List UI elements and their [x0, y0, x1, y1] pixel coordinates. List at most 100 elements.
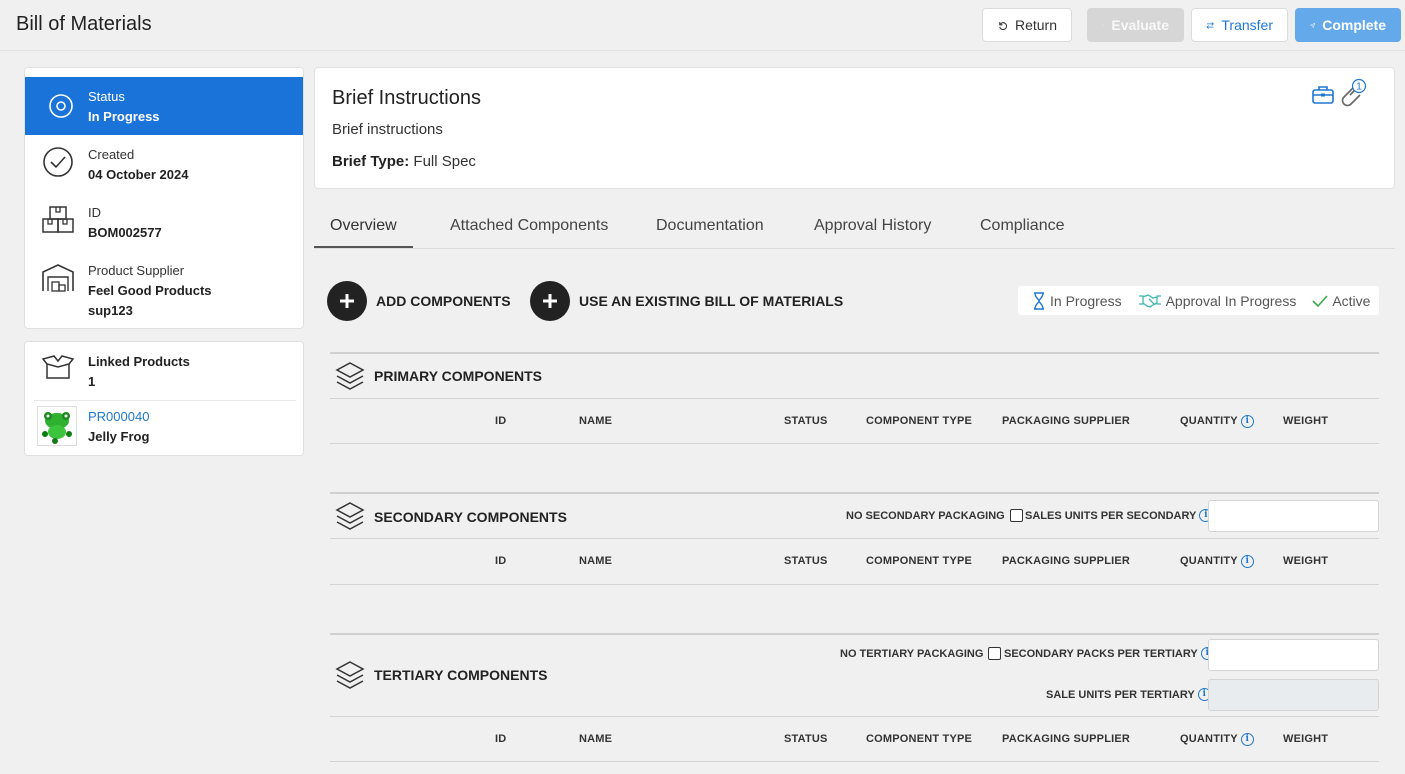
check-icon [1312, 294, 1328, 307]
status-target-icon [49, 94, 73, 118]
legend-in-progress: In Progress [1032, 291, 1122, 310]
transfer-label: Transfer [1221, 17, 1273, 33]
tab-approval-history[interactable]: Approval History [814, 217, 931, 235]
info-icon[interactable]: i [1240, 733, 1254, 746]
tab-documentation[interactable]: Documentation [656, 217, 764, 235]
transfer-button[interactable]: Transfer [1191, 8, 1288, 42]
transfer-icon [1206, 21, 1214, 29]
tab-overview[interactable]: Overview [314, 217, 413, 248]
legend-active-label: Active [1332, 292, 1371, 309]
section-divider [330, 398, 1379, 399]
col-quantity: QUANTITY i [1180, 415, 1254, 428]
primary-components-title: PRIMARY COMPONENTS [374, 368, 543, 384]
linked-products-card: Linked Products 1 PR000040 Jelly Frog [24, 341, 304, 456]
col-packaging-supplier: PACKAGING SUPPLIER [1002, 733, 1131, 745]
linked-products-count: 1 [88, 374, 96, 389]
col-quantity: QUANTITY i [1180, 733, 1254, 746]
no-secondary-packaging-label: NO SECONDARY PACKAGING [846, 509, 1005, 522]
sale-units-per-tertiary-option: SALE UNITS PER TERTIARY i [1046, 688, 1211, 701]
col-name: NAME [579, 415, 613, 427]
col-name: NAME [579, 733, 613, 745]
send-icon [1310, 22, 1316, 28]
secondary-packs-per-tertiary-input[interactable] [1208, 639, 1379, 671]
section-divider [330, 352, 1379, 354]
toolbox-icon[interactable] [1311, 83, 1335, 107]
col-id: ID [495, 415, 507, 427]
complete-button[interactable]: Complete [1295, 8, 1401, 42]
legend-approval: Approval In Progress [1138, 292, 1297, 309]
top-bar: Bill of Materials Return Evaluate Transf… [0, 0, 1405, 51]
col-id: ID [495, 733, 507, 745]
complete-label: Complete [1322, 17, 1386, 33]
brief-title: Brief Instructions [332, 87, 481, 109]
add-components-button[interactable]: ADD COMPONENTS [327, 281, 511, 321]
col-packaging-supplier: PACKAGING SUPPLIER [1002, 415, 1131, 427]
sale-units-per-tertiary-label: SALE UNITS PER TERTIARY [1046, 688, 1195, 701]
id-row: ID BOM002577 [25, 193, 303, 251]
secondary-packs-per-tertiary-label: SECONDARY PACKS PER TERTIARY [1004, 647, 1198, 660]
add-components-label: ADD COMPONENTS [376, 293, 511, 309]
product-id-link[interactable]: PR000040 [88, 409, 149, 424]
col-component-type: COMPONENT TYPE [866, 415, 973, 427]
evaluate-label: Evaluate [1111, 17, 1169, 33]
col-packaging-supplier: PACKAGING SUPPLIER [1002, 555, 1131, 567]
attachment-icon[interactable]: 1 [1339, 78, 1369, 108]
col-status: STATUS [784, 733, 828, 745]
col-quantity-label: QUANTITY [1180, 555, 1238, 567]
divider [34, 400, 296, 401]
no-secondary-packaging-option: NO SECONDARY PACKAGING [846, 509, 1023, 522]
sales-units-per-secondary-label: SALES UNITS PER SECONDARY [1025, 509, 1197, 522]
created-value: 04 October 2024 [88, 167, 189, 182]
col-weight: WEIGHT [1283, 733, 1329, 745]
created-label: Created [88, 147, 135, 162]
id-value: BOM002577 [88, 225, 162, 240]
col-quantity-label: QUANTITY [1180, 415, 1238, 427]
check-circle-icon [43, 147, 73, 177]
col-name: NAME [579, 555, 613, 567]
sales-units-per-secondary-option: SALES UNITS PER SECONDARY i [1025, 509, 1213, 522]
legend-in-progress-label: In Progress [1050, 292, 1122, 309]
open-box-icon [41, 355, 75, 379]
layers-icon [335, 362, 365, 390]
plus-icon [327, 281, 367, 321]
no-tertiary-packaging-option: NO TERTIARY PACKAGING [840, 647, 1002, 660]
no-secondary-packaging-checkbox[interactable] [1009, 509, 1023, 522]
no-tertiary-packaging-checkbox[interactable] [988, 647, 1002, 660]
secondary-packs-per-tertiary-option: SECONDARY PACKS PER TERTIARY i [1004, 647, 1214, 660]
attachment-count: 1 [1356, 82, 1362, 93]
tab-compliance[interactable]: Compliance [980, 217, 1064, 235]
supplier-row: Product Supplier Feel Good Products sup1… [25, 251, 303, 327]
brief-type: Brief Type: Full Spec [332, 153, 476, 170]
section-divider [330, 584, 1379, 585]
secondary-components-title: SECONDARY COMPONENTS [374, 509, 567, 525]
legend-approval-label: Approval In Progress [1165, 292, 1297, 309]
hourglass-icon [1034, 291, 1044, 310]
section-divider [330, 633, 1379, 635]
section-divider [330, 443, 1379, 444]
status-row: Status In Progress [25, 77, 303, 135]
brief-card: Brief Instructions Brief instructions Br… [314, 67, 1395, 189]
section-divider [330, 716, 1379, 717]
created-row: Created 04 October 2024 [25, 135, 303, 193]
sales-units-per-secondary-input[interactable] [1208, 500, 1379, 532]
col-quantity-label: QUANTITY [1180, 733, 1238, 745]
tab-attached-components[interactable]: Attached Components [450, 217, 608, 235]
use-existing-bom-button[interactable]: USE AN EXISTING BILL OF MATERIALS [530, 281, 843, 321]
info-icon[interactable]: i [1240, 555, 1254, 568]
supplier-label: Product Supplier [88, 263, 185, 278]
col-id: ID [495, 555, 507, 567]
section-divider [330, 538, 1379, 539]
section-divider [330, 492, 1379, 494]
evaluate-button[interactable]: Evaluate [1087, 8, 1184, 42]
use-existing-bom-label: USE AN EXISTING BILL OF MATERIALS [579, 293, 844, 309]
tab-bar: Overview Attached Components Documentati… [314, 205, 1395, 249]
col-quantity: QUANTITY i [1180, 555, 1254, 568]
info-icon[interactable]: i [1240, 415, 1254, 428]
col-component-type: COMPONENT TYPE [866, 733, 973, 745]
frog-image [42, 412, 72, 444]
status-value: In Progress [88, 109, 160, 124]
return-button[interactable]: Return [982, 8, 1072, 42]
col-component-type: COMPONENT TYPE [866, 555, 973, 567]
brief-type-value: Full Spec [413, 153, 476, 170]
product-thumbnail[interactable] [37, 406, 77, 446]
